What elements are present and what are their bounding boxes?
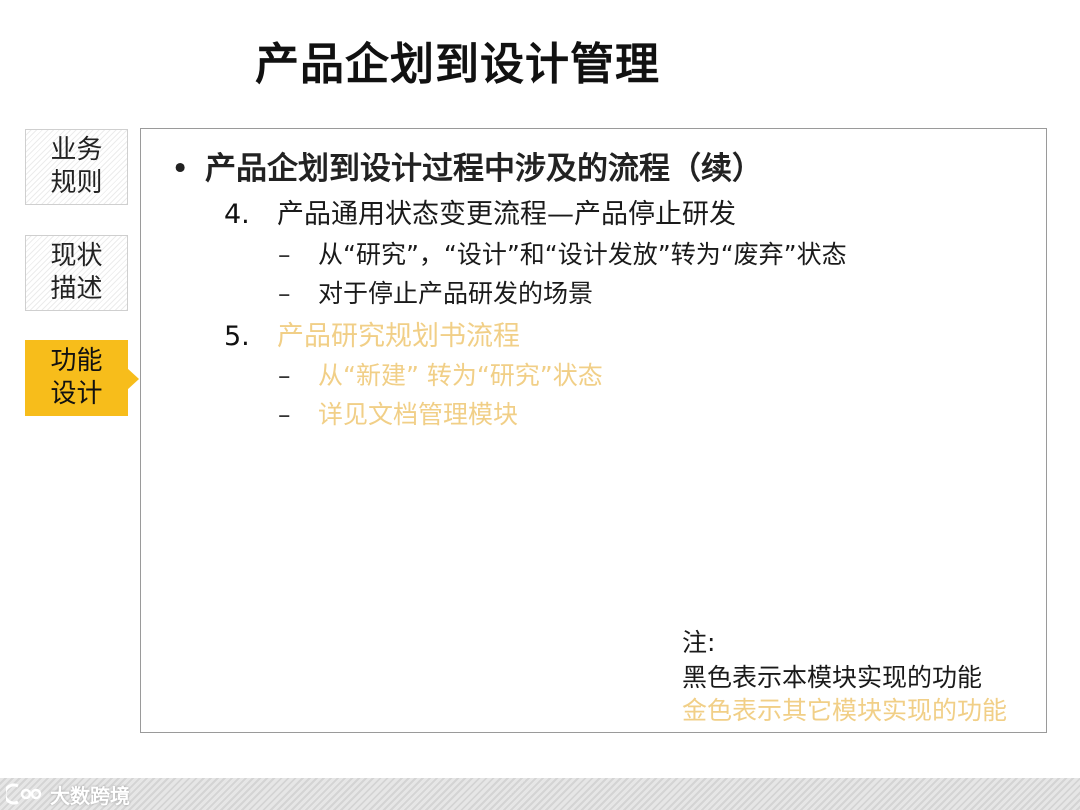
sidebar-tab-current-state[interactable]: 现状 描述 <box>25 235 128 311</box>
sidebar-tab-business-rules[interactable]: 业务 规则 <box>25 129 128 205</box>
sub-item-4-2: – 对于停止产品研发的场景 <box>278 274 593 310</box>
sub-item-4-1: – 从“研究”，“设计”和“设计发放”转为“废弃”状态 <box>278 235 847 271</box>
list-item-4: 4. 产品通用状态变更流程—产品停止研发 <box>224 192 736 231</box>
note-line-black: 黑色表示本模块实现的功能 <box>682 663 983 692</box>
dash-icon: – <box>278 400 291 429</box>
footer-bar: 大数跨境 <box>0 778 1080 810</box>
content-heading: • 产品企划到设计过程中涉及的流程（续） <box>171 143 763 188</box>
dash-icon: – <box>278 279 291 308</box>
list-item-5: 5. 产品研究规划书流程 <box>224 314 520 353</box>
sub-item-text: 对于停止产品研发的场景 <box>318 279 594 308</box>
watermark: 大数跨境 <box>6 778 130 810</box>
sub-item-text: 从“研究”，“设计”和“设计发放”转为“废弃”状态 <box>318 240 847 269</box>
list-item-text: 产品通用状态变更流程—产品停止研发 <box>277 199 736 230</box>
list-item-text: 产品研究规划书流程 <box>277 321 520 352</box>
sub-item-5-2: – 详见文档管理模块 <box>278 395 518 431</box>
sub-item-text: 从“新建” 转为“研究”状态 <box>318 361 603 390</box>
bullet-icon: • <box>171 151 190 187</box>
content-heading-text: 产品企划到设计过程中涉及的流程（续） <box>205 151 763 187</box>
list-item-number: 5. <box>224 321 250 352</box>
content-panel: • 产品企划到设计过程中涉及的流程（续） 4. 产品通用状态变更流程—产品停止研发 … <box>140 128 1047 733</box>
list-item-number: 4. <box>224 199 250 230</box>
page-title: 产品企划到设计管理 <box>255 39 660 90</box>
sidebar-tab-function-design[interactable]: 功能 设计 <box>25 340 139 416</box>
watermark-logo-icon <box>6 783 42 805</box>
sub-item-text: 详见文档管理模块 <box>318 400 519 429</box>
note-line-gold: 金色表示其它模块实现的功能 <box>682 696 1008 725</box>
dash-icon: – <box>278 361 291 390</box>
dash-icon: – <box>278 240 291 269</box>
watermark-text: 大数跨境 <box>50 783 130 808</box>
sub-item-5-1: – 从“新建” 转为“研究”状态 <box>278 356 603 392</box>
note-label: 注: <box>682 628 716 657</box>
